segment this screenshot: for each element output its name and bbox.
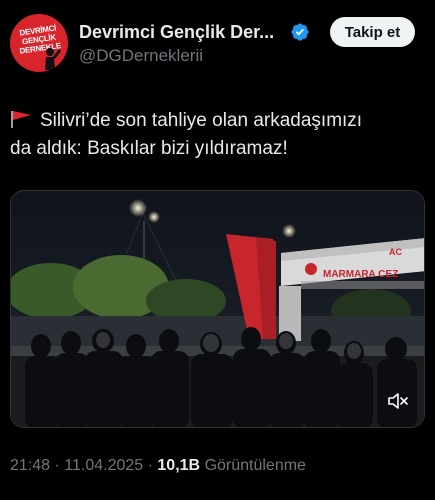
gate-sign-letters: AC: [389, 247, 402, 257]
tweet-line-1: Silivri’de son tahliye olan arkadaşımızı: [10, 107, 430, 135]
avatar[interactable]: DEVRİMCİ GENÇLİK DERNEKLE: [10, 14, 68, 72]
tweet-text: Silivri’de son tahliye olan arkadaşımızı…: [10, 107, 430, 163]
meta-separator-1: ·: [54, 457, 60, 474]
display-name[interactable]: Devrimci Gençlik Der...: [79, 22, 274, 43]
tweet-date[interactable]: 11.04.2025: [64, 457, 143, 474]
tweet-line-2: da aldık: Baskılar bizi yıldıramaz!: [10, 138, 288, 159]
triangular-flag-icon: [11, 111, 31, 128]
gate-sign-text: MARMARA CEZ: [323, 269, 398, 280]
tweet-line-1-text: Silivri’de son tahliye olan arkadaşımızı: [40, 110, 363, 131]
handle[interactable]: @DGDerneklerii: [79, 46, 203, 66]
speaker-muted-icon[interactable]: [386, 389, 410, 413]
views-label: Görüntülenme: [204, 457, 306, 474]
follow-button[interactable]: Takip et: [330, 17, 415, 47]
meta-separator-2: ·: [147, 457, 153, 474]
video-frame: MARMARA CEZ AC: [11, 191, 424, 427]
views-count: 10,1B: [157, 457, 201, 474]
tweet-meta: 21:48 · 11.04.2025 · 10,1B Görüntülenme: [10, 457, 306, 475]
video-player[interactable]: MARMARA CEZ AC: [10, 190, 425, 428]
verified-badge-icon: [291, 23, 309, 41]
tweet-header: DEVRİMCİ GENÇLİK DERNEKLE Devrimci Gençl…: [0, 0, 435, 80]
tweet-time[interactable]: 21:48: [10, 457, 50, 474]
avatar-figure-icon: [45, 48, 62, 70]
